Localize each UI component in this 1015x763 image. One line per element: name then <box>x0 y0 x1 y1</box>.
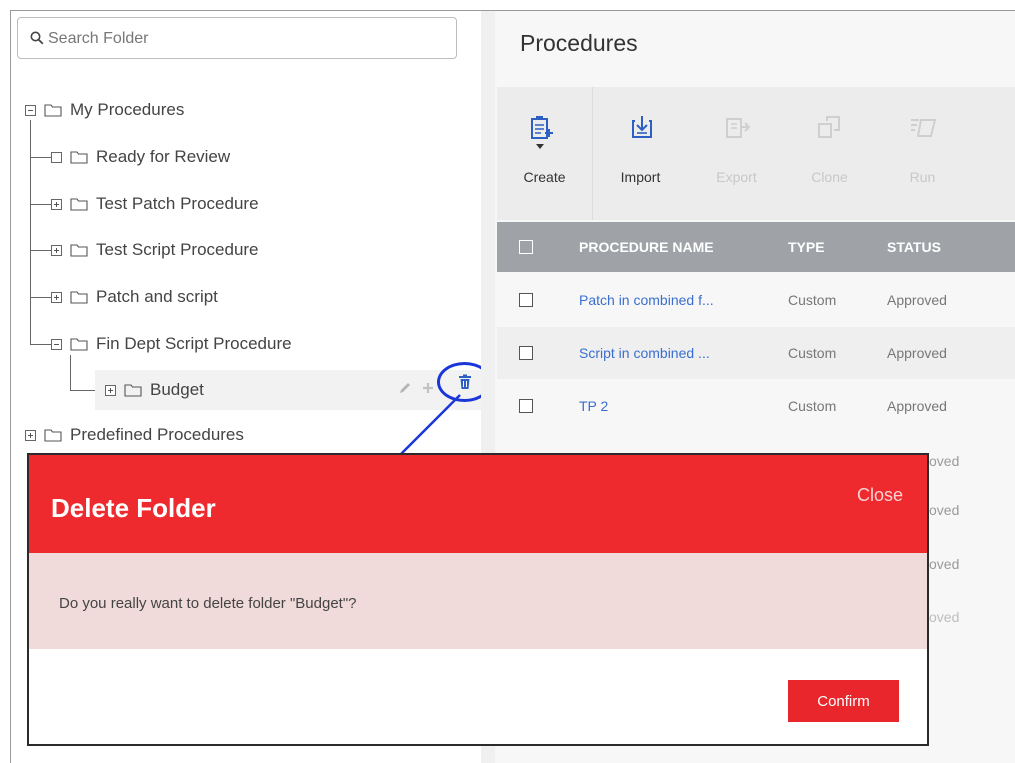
toolbar: Create Import Export Clone Run <box>497 87 1015 220</box>
folder-icon <box>70 151 88 164</box>
confirm-button[interactable]: Confirm <box>788 680 899 722</box>
expand-icon[interactable] <box>51 291 62 303</box>
run-label: Run <box>909 169 936 185</box>
clone-button[interactable]: Clone <box>782 87 877 220</box>
procedure-status: oved <box>929 609 960 625</box>
tree-connector <box>70 355 71 391</box>
expand-icon[interactable] <box>51 244 62 256</box>
folder-icon <box>70 244 88 257</box>
collapse-icon[interactable] <box>51 338 62 350</box>
create-icon <box>531 116 553 149</box>
column-header-name[interactable]: PROCEDURE NAME <box>579 239 714 255</box>
table-row[interactable]: Script in combined ... Custom Approved <box>497 327 1015 379</box>
expand-icon[interactable] <box>105 384 116 396</box>
tree-connector <box>30 204 51 205</box>
delete-folder-dialog: Delete Folder Close Do you really want t… <box>27 453 929 746</box>
clone-label: Clone <box>811 169 848 185</box>
procedure-type: Custom <box>788 292 837 308</box>
procedure-status: oved <box>929 453 960 469</box>
tree-item-label: Test Patch Procedure <box>96 194 259 213</box>
tree-item-test-script-procedure[interactable]: Test Script Procedure <box>51 235 259 265</box>
expand-icon[interactable] <box>25 429 36 441</box>
tree-item-budget[interactable]: Budget <box>105 375 204 405</box>
row-checkbox[interactable] <box>519 346 533 360</box>
collapse-icon[interactable] <box>25 104 36 116</box>
tree-connector <box>30 344 51 345</box>
table-row[interactable]: Patch in combined f... Custom Approved <box>497 274 1015 326</box>
search-folder-input[interactable] <box>46 24 450 54</box>
create-button[interactable]: Create <box>497 87 592 220</box>
tree-item-patch-and-script[interactable]: Patch and script <box>51 282 218 312</box>
tree-item-label: Patch and script <box>96 287 218 306</box>
tree-connector <box>30 157 51 158</box>
procedure-name-link[interactable]: TP 2 <box>579 398 608 414</box>
select-all-checkbox[interactable] <box>519 240 533 254</box>
tree-item-ready-for-review[interactable]: Ready for Review <box>51 142 230 172</box>
dialog-body: Do you really want to delete folder "Bud… <box>29 553 927 649</box>
folder-icon <box>70 198 88 211</box>
tree-item-label: Predefined Procedures <box>70 425 244 444</box>
export-icon <box>726 118 751 138</box>
tree-item-label: My Procedures <box>70 100 185 119</box>
tree-item-predefined-procedures[interactable]: Predefined Procedures <box>25 420 244 450</box>
tree-item-fin-dept-script-procedure[interactable]: Fin Dept Script Procedure <box>51 329 292 359</box>
run-icon <box>911 119 937 137</box>
procedure-status: Approved <box>887 398 947 414</box>
row-checkbox[interactable] <box>519 293 533 307</box>
procedure-name-link[interactable]: Patch in combined f... <box>579 292 714 308</box>
run-button[interactable]: Run <box>875 87 970 220</box>
folder-icon <box>70 338 88 351</box>
dialog-header: Delete Folder Close <box>29 455 927 553</box>
export-button[interactable]: Export <box>689 87 784 220</box>
procedure-status: Approved <box>887 292 947 308</box>
column-header-status[interactable]: STATUS <box>887 239 941 255</box>
folder-icon <box>124 384 142 397</box>
procedure-status: oved <box>929 556 960 572</box>
dialog-title: Delete Folder <box>51 493 216 523</box>
procedure-status: Approved <box>887 345 947 361</box>
tree-item-my-procedures[interactable]: My Procedures <box>25 95 184 125</box>
dialog-message: Do you really want to delete folder "Bud… <box>59 595 357 612</box>
create-label: Create <box>523 169 566 185</box>
table-header: PROCEDURE NAME TYPE STATUS <box>497 222 1015 272</box>
tree-item-label: Fin Dept Script Procedure <box>96 334 292 353</box>
row-checkbox[interactable] <box>519 399 533 413</box>
search-icon <box>30 31 44 45</box>
table-row[interactable]: TP 2 Custom Approved <box>497 380 1015 432</box>
export-label: Export <box>716 169 757 185</box>
tree-item-label: Ready for Review <box>96 147 231 166</box>
folder-icon <box>70 291 88 304</box>
procedure-name-link[interactable]: Script in combined ... <box>579 345 710 361</box>
procedure-type: Custom <box>788 398 837 414</box>
import-icon <box>632 116 652 138</box>
folder-icon <box>44 429 62 442</box>
tree-connector <box>30 250 51 251</box>
tree-item-label: Budget <box>150 380 204 399</box>
expand-icon[interactable] <box>51 198 62 210</box>
tree-connector <box>30 297 51 298</box>
page-title: Procedures <box>520 30 638 56</box>
tree-connector <box>70 390 95 391</box>
clone-icon <box>818 116 840 138</box>
tree-item-label: Test Script Procedure <box>96 240 259 259</box>
procedure-type: Custom <box>788 345 837 361</box>
procedure-status: oved <box>929 502 960 518</box>
import-button[interactable]: Import <box>593 87 688 220</box>
close-button[interactable]: Close <box>857 485 903 506</box>
column-header-type[interactable]: TYPE <box>788 239 825 255</box>
tree-item-test-patch-procedure[interactable]: Test Patch Procedure <box>51 189 259 219</box>
search-folder-field[interactable] <box>17 17 457 59</box>
leaf-node-icon <box>51 151 62 163</box>
tree-connector <box>30 120 31 345</box>
folder-icon <box>44 104 62 117</box>
import-label: Import <box>620 169 661 185</box>
